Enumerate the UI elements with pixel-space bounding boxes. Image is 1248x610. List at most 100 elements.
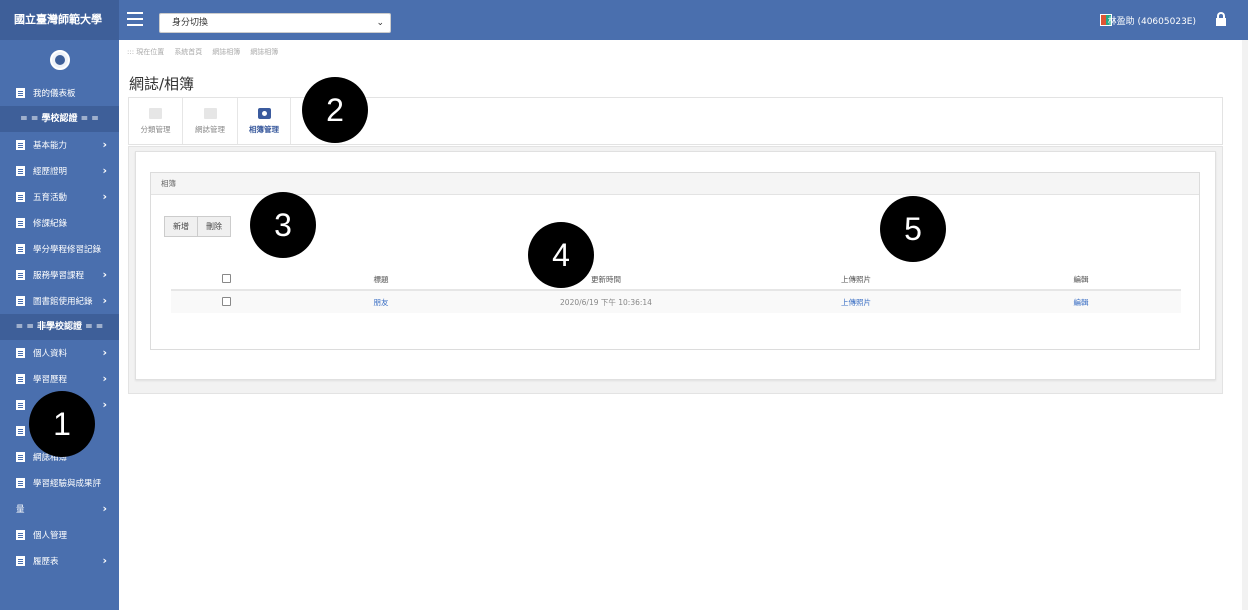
document-icon [16, 166, 25, 176]
chevron-right-icon: › [102, 554, 107, 567]
sidebar-item-label: 經歷證明 [33, 167, 68, 177]
select-all-checkbox[interactable] [221, 273, 231, 283]
document-icon [16, 478, 25, 488]
sidebar-item[interactable]: 五育活動 › [0, 184, 119, 210]
annotation-marker: 4 [528, 222, 594, 288]
sidebar-item[interactable]: 學習歷程 › [0, 366, 119, 392]
sidebar-item[interactable]: 量 › [0, 496, 119, 522]
sidebar-item[interactable]: 我的儀表板 [0, 80, 119, 106]
document-icon [16, 530, 25, 540]
sidebar-item-label: 履歷表 [33, 557, 59, 567]
sidebar-item[interactable]: 學習經驗與成果評 [0, 470, 119, 496]
sidebar-item-label: 個人資料 [33, 349, 68, 359]
tab-blog[interactable]: 網誌管理 [183, 98, 237, 144]
tab-album[interactable]: 相簿管理 [238, 98, 290, 144]
column-header: 上傳照片 [841, 274, 871, 284]
breadcrumb: ::: 現在位置 系統首頁 網誌相簿 網誌相簿 [127, 47, 278, 57]
delete-button[interactable]: 刪除 [198, 216, 231, 237]
role-select-value: 身分切換 [172, 18, 209, 28]
sidebar-item-label: 學分學程修習記錄 [33, 245, 102, 255]
sidebar-item[interactable]: 基本能力 › [0, 132, 119, 158]
document-icon [16, 140, 25, 150]
breadcrumb-item: 網誌相簿 [250, 48, 279, 56]
sidebar-item[interactable]: 個人資料 › [0, 340, 119, 366]
chevron-right-icon: › [102, 346, 107, 359]
divider [290, 98, 291, 144]
university-logo [0, 40, 119, 80]
lock-icon[interactable] [1216, 12, 1226, 26]
tab-label: 相簿管理 [249, 124, 279, 134]
brand-title: 國立臺灣師範大學 [0, 0, 119, 40]
tab-label: 網誌管理 [195, 124, 225, 134]
chevron-right-icon: › [102, 138, 107, 151]
annotation-marker: 5 [880, 196, 946, 262]
document-icon [203, 107, 217, 119]
chevron-right-icon: › [102, 190, 107, 203]
camera-icon [257, 107, 271, 119]
document-icon [16, 426, 25, 436]
table-header: 標題 更新時間 上傳照片 編輯 [171, 269, 1181, 291]
document-icon [16, 218, 25, 228]
breadcrumb-item[interactable]: 系統首頁 [174, 47, 202, 57]
album-panel: 相簿 新增 刪除 標題 更新時間 上傳照片 編輯 朋友 2020/6/19 下午… [150, 172, 1200, 350]
user-name[interactable]: 林盈助 (40605023E) [1108, 14, 1196, 27]
upload-photos-link[interactable]: 上傳照片 [731, 297, 981, 308]
menu-icon[interactable] [127, 12, 143, 26]
album-table: 標題 更新時間 上傳照片 編輯 朋友 2020/6/19 下午 10:36:14… [171, 269, 1181, 313]
document-icon [16, 452, 25, 462]
sidebar-section-header: = = 非學校認證 = = [0, 314, 119, 340]
sidebar-item-label: 基本能力 [33, 141, 68, 151]
top-bar: 身分切換 ⌄ 林盈助 (40605023E) [119, 0, 1248, 40]
table-row: 朋友 2020/6/19 下午 10:36:14 上傳照片 編輯 [171, 291, 1181, 313]
sidebar-item[interactable]: 履歷表 › [0, 548, 119, 574]
album-title-link[interactable]: 朋友 [281, 297, 481, 308]
sidebar-item-label: 量 [16, 505, 25, 515]
content-card: 相簿 新增 刪除 標題 更新時間 上傳照片 編輯 朋友 2020/6/19 下午… [135, 151, 1216, 380]
annotation-marker: 3 [250, 192, 316, 258]
sidebar-item-label: 學習經驗與成果評 [33, 479, 102, 489]
sidebar-item-label: 圖書館使用紀錄 [33, 297, 93, 307]
sidebar-item-label: 我的儀表板 [33, 89, 76, 99]
column-header: 編輯 [1073, 274, 1089, 284]
chevron-right-icon: › [102, 294, 107, 307]
updated-time: 2020/6/19 下午 10:36:14 [560, 297, 652, 307]
content-panel: 相簿 新增 刪除 標題 更新時間 上傳照片 編輯 朋友 2020/6/19 下午… [128, 146, 1223, 394]
chevron-right-icon: › [102, 502, 107, 515]
breadcrumb-item: ::: 現在位置 [127, 48, 165, 56]
sidebar-item[interactable]: 個人管理 [0, 522, 119, 548]
page-title: 網誌/相簿 [129, 75, 195, 93]
annotation-marker: 2 [302, 77, 368, 143]
scrollbar[interactable] [1242, 40, 1248, 610]
annotation-marker: 1 [29, 391, 95, 457]
document-icon [16, 556, 25, 566]
sidebar-item[interactable]: 修課紀錄 [0, 210, 119, 236]
breadcrumb-item[interactable]: 網誌相簿 [212, 47, 240, 57]
sidebar: 國立臺灣師範大學 我的儀表板 = = 學校認證 = = 基本能力 › 經歷證明 › 五育活動… [0, 0, 119, 610]
chevron-right-icon: › [102, 268, 107, 281]
sidebar-section-header: = = 學校認證 = = [0, 106, 119, 132]
sidebar-item[interactable]: 服務學習課程 › [0, 262, 119, 288]
album-header: 相簿 [151, 173, 1199, 195]
chevron-down-icon: ⌄ [376, 18, 384, 28]
role-select[interactable]: 身分切換 ⌄ [159, 13, 391, 33]
chevron-right-icon: › [102, 398, 107, 411]
tab-panel: 分類管理 網誌管理 相簿管理 [128, 97, 1223, 145]
sidebar-item-label: 個人管理 [33, 531, 68, 541]
chevron-right-icon: › [102, 372, 107, 385]
album-toolbar: 新增 刪除 [164, 216, 231, 237]
document-icon [16, 348, 25, 358]
column-header[interactable]: 標題 [281, 274, 481, 285]
document-icon [16, 296, 25, 306]
column-header[interactable]: 更新時間 [481, 274, 731, 285]
row-checkbox[interactable] [221, 296, 231, 306]
sidebar-item[interactable]: 學分學程修習記錄 [0, 236, 119, 262]
add-button[interactable]: 新增 [164, 216, 198, 237]
document-icon [16, 244, 25, 254]
sidebar-item[interactable]: 經歷證明 › [0, 158, 119, 184]
sidebar-item-label: 學習歷程 [33, 375, 68, 385]
sidebar-item[interactable]: 圖書館使用紀錄 › [0, 288, 119, 314]
tab-category[interactable]: 分類管理 [129, 98, 182, 144]
sidebar-item-label: 五育活動 [33, 193, 68, 203]
seal-icon [49, 50, 70, 70]
edit-link[interactable]: 編輯 [981, 297, 1181, 308]
